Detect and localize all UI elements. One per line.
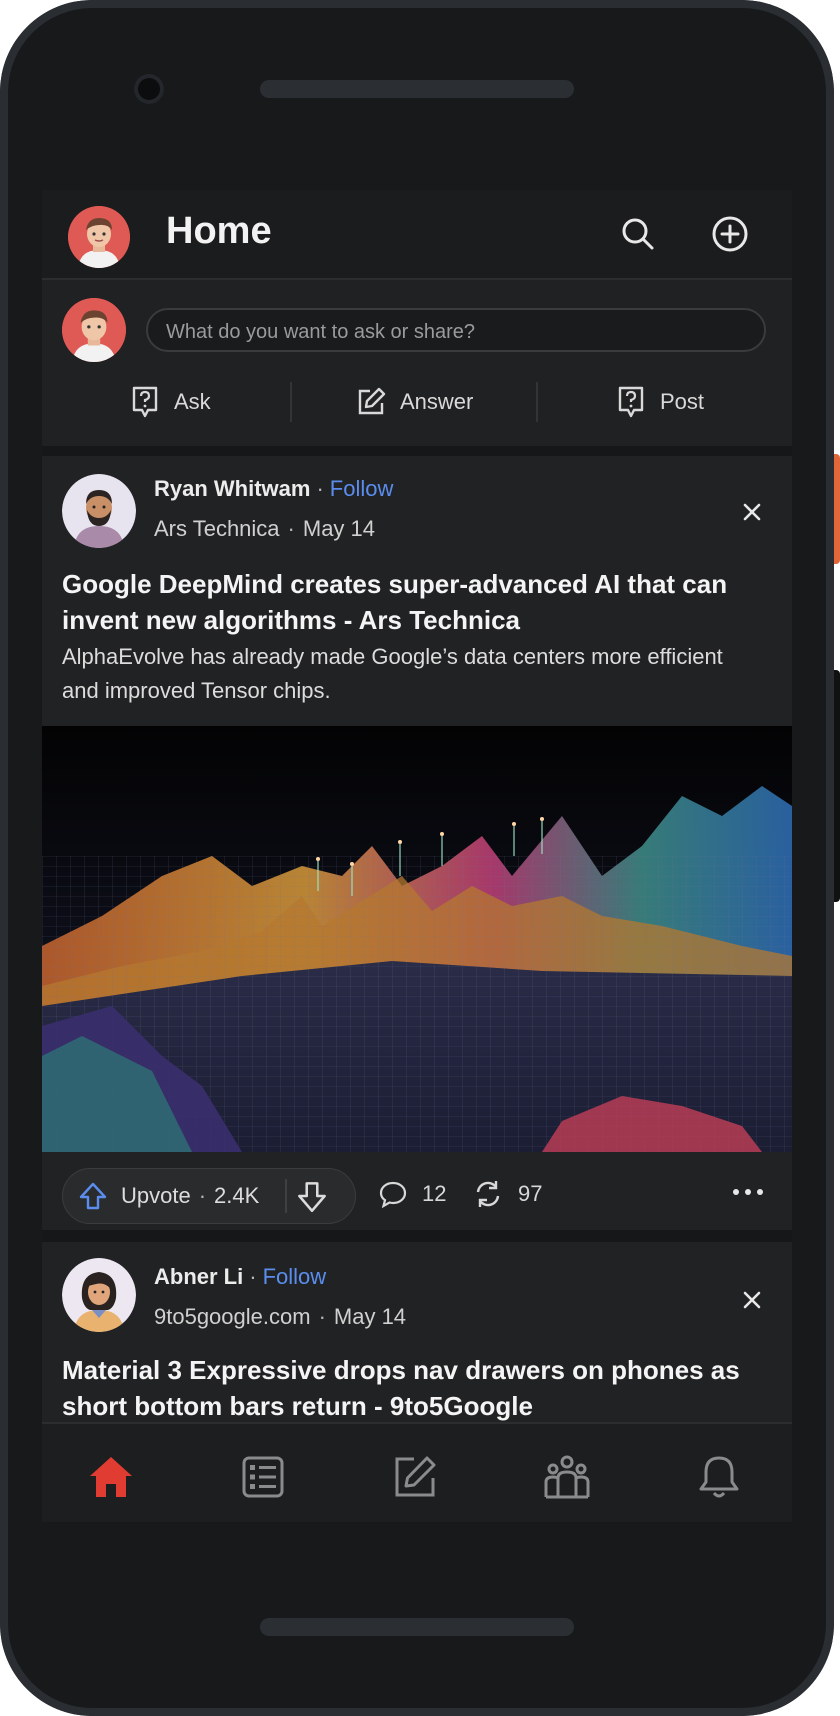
more-options-icon[interactable] xyxy=(730,1182,766,1202)
post-headline[interactable]: Google DeepMind creates super-advanced A… xyxy=(62,566,762,638)
author-name[interactable]: Ryan Whitwam xyxy=(154,476,310,501)
author-avatar[interactable] xyxy=(62,1258,136,1332)
reshare-icon xyxy=(476,1181,500,1207)
share-button[interactable]: 97 xyxy=(472,1174,542,1214)
feed-post: Abner Li · Follow 9to5google.com · May 14 Ma… xyxy=(42,1242,792,1422)
front-camera xyxy=(134,74,164,104)
upvote-label: Upvote xyxy=(121,1183,191,1208)
action-divider xyxy=(290,382,292,422)
close-icon[interactable] xyxy=(736,1284,768,1316)
side-button xyxy=(834,670,840,902)
earpiece-speaker xyxy=(260,80,574,98)
source-name[interactable]: Ars Technica xyxy=(154,516,280,541)
close-icon[interactable] xyxy=(736,496,768,528)
upvote-button[interactable]: Upvote · 2.4K xyxy=(77,1177,259,1215)
downvote-button[interactable] xyxy=(295,1177,329,1220)
vote-divider xyxy=(285,1179,287,1213)
composer-avatar xyxy=(62,298,126,362)
author-line: Ryan Whitwam · Follow xyxy=(154,476,394,501)
spaces-icon[interactable] xyxy=(542,1452,592,1502)
post-date: May 14 xyxy=(302,516,376,541)
author-name[interactable]: Abner Li xyxy=(154,1264,243,1289)
source-name[interactable]: 9to5google.com xyxy=(154,1304,311,1329)
search-icon[interactable] xyxy=(616,212,660,256)
follow-button[interactable]: Follow xyxy=(263,1264,327,1289)
edit-icon xyxy=(358,387,386,415)
post-label: Post xyxy=(660,389,705,414)
ask-share-input[interactable]: What do you want to ask or share? xyxy=(146,308,766,352)
post-image[interactable] xyxy=(42,726,792,1152)
profile-avatar[interactable] xyxy=(68,206,130,268)
answer-button[interactable]: Answer xyxy=(356,380,473,424)
page-title: Home xyxy=(166,210,272,252)
answer-icon[interactable] xyxy=(390,1452,440,1502)
post-excerpt[interactable]: AlphaEvolve has already made Google’s da… xyxy=(62,640,762,708)
downvote-arrow-icon xyxy=(298,1182,326,1213)
top-app-bar: Home xyxy=(42,190,792,280)
ask-share-composer: What do you want to ask or share? Ask An… xyxy=(42,280,792,446)
following-icon[interactable] xyxy=(238,1452,288,1502)
answer-label: Answer xyxy=(400,389,474,414)
vote-pill: Upvote · 2.4K xyxy=(62,1168,356,1224)
phone-frame: Home What do you want to ask or share? A… xyxy=(0,0,834,1716)
author-avatar[interactable] xyxy=(62,474,136,548)
comments-button[interactable]: 12 xyxy=(378,1174,446,1214)
post-date: May 14 xyxy=(333,1304,407,1329)
share-count: 97 xyxy=(518,1181,543,1206)
app-screen: Home What do you want to ask or share? A… xyxy=(42,190,792,1522)
source-line: Ars Technica · May 14 xyxy=(154,516,376,541)
bottom-bezel-bar xyxy=(260,1618,574,1636)
add-post-icon[interactable] xyxy=(708,212,752,256)
post-headline[interactable]: Material 3 Expressive drops nav drawers … xyxy=(62,1352,762,1424)
upvote-count: 2.4K xyxy=(214,1183,260,1208)
upvote-arrow-icon xyxy=(79,1182,107,1210)
comment-icon xyxy=(379,1181,407,1209)
comment-count: 12 xyxy=(422,1181,447,1206)
notifications-icon[interactable] xyxy=(694,1452,744,1502)
home-icon[interactable] xyxy=(86,1452,136,1502)
feed-post: Ryan Whitwam · Follow Ars Technica · May 14 … xyxy=(42,456,792,1230)
question-icon xyxy=(132,386,158,418)
post-button[interactable]: Post xyxy=(616,380,704,424)
ask-label: Ask xyxy=(174,389,211,414)
source-line: 9to5google.com · May 14 xyxy=(154,1304,407,1329)
question-icon xyxy=(618,386,644,418)
action-divider xyxy=(536,382,538,422)
side-button xyxy=(834,454,840,564)
follow-button[interactable]: Follow xyxy=(330,476,394,501)
author-line: Abner Li · Follow xyxy=(154,1264,327,1289)
bottom-navigation xyxy=(42,1422,792,1522)
ask-button[interactable]: Ask xyxy=(130,380,211,424)
post-action-bar: Upvote · 2.4K 12 97 xyxy=(42,1152,792,1230)
